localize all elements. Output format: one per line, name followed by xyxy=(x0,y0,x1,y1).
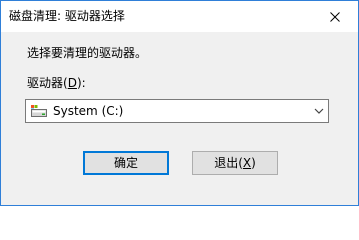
title-bar[interactable]: 磁盘清理: 驱动器选择 xyxy=(1,1,358,32)
drive-label: 驱动器(D): xyxy=(27,75,86,91)
exit-button[interactable]: 退出(X) xyxy=(192,151,278,175)
close-icon xyxy=(330,11,340,22)
disk-cleanup-dialog: 磁盘清理: 驱动器选择 选择要清理的驱动器。 驱动器(D): System (C… xyxy=(0,0,359,206)
drive-label-suffix: ): xyxy=(76,76,86,90)
instruction-text: 选择要清理的驱动器。 xyxy=(27,46,148,60)
window-title: 磁盘清理: 驱动器选择 xyxy=(9,9,125,23)
drive-label-prefix: 驱动器( xyxy=(27,76,68,90)
ok-button[interactable]: 确定 xyxy=(83,151,169,175)
exit-label-suffix: ) xyxy=(251,156,256,170)
exit-label-prefix: 退出( xyxy=(214,156,243,170)
drive-select[interactable]: System (C:) xyxy=(25,99,329,123)
drive-label-mnemonic: D xyxy=(67,76,77,90)
exit-label-mnemonic: X xyxy=(242,156,252,170)
close-button[interactable] xyxy=(312,1,358,32)
chevron-down-icon[interactable] xyxy=(314,107,324,115)
hard-drive-icon xyxy=(31,105,47,117)
selected-drive-value: System (C:) xyxy=(53,104,124,118)
dialog-content: 选择要清理的驱动器。 驱动器(D): System (C:) 确定 退出(X) xyxy=(1,32,358,205)
